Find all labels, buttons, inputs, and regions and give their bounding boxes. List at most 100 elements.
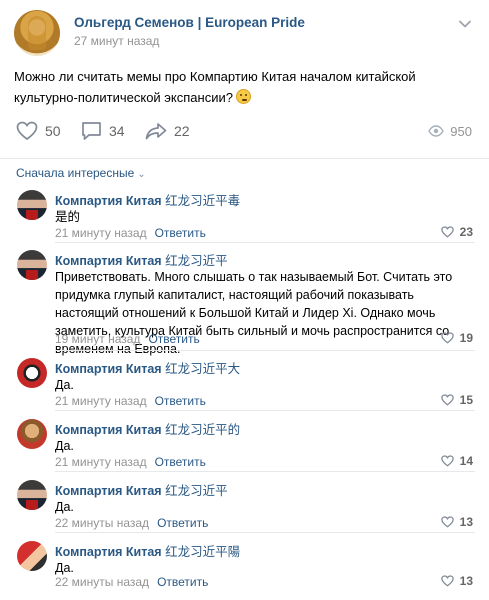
comment-time[interactable]: 22 минуты назад	[55, 575, 149, 589]
post-text: Можно ли считать мемы про Компартию Кита…	[14, 66, 476, 108]
comment-like-button[interactable]: 19	[440, 331, 473, 345]
divider	[55, 410, 475, 411]
comment-text: Да.	[55, 500, 74, 514]
divider	[55, 350, 475, 351]
comment-meta: 21 минуту назад Ответить	[55, 226, 206, 240]
sort-label: Сначала интересные	[16, 166, 135, 180]
post-actions: 50 34 22 950	[0, 116, 489, 146]
comment-item: Компартия Китая 红龙习近平 Да. 22 минуты наза…	[0, 480, 489, 533]
comment-time[interactable]: 21 минуту назад	[55, 394, 147, 408]
heart-icon	[440, 516, 454, 528]
comment-text: Да.	[55, 378, 74, 392]
comment-time[interactable]: 21 минуту назад	[55, 226, 147, 240]
reply-button[interactable]: Ответить	[148, 332, 199, 346]
author-suffix: 红龙习近平	[165, 254, 228, 268]
reply-button[interactable]: Ответить	[155, 394, 206, 408]
author-name: Компартия Китая	[55, 194, 162, 208]
comment-item: Компартия Китая 红龙习近平毒 是的 21 минуту наза…	[0, 190, 489, 243]
comment-meta: 19 минут назад Ответить	[55, 332, 200, 346]
divider	[55, 471, 475, 472]
divider	[55, 532, 475, 533]
comment-author[interactable]: Компартия Китая 红龙习近平的	[55, 419, 240, 438]
divider	[55, 242, 475, 243]
post-header: Ольгерд Семенов | European Pride 27 мину…	[0, 0, 489, 56]
reply-button[interactable]: Ответить	[157, 516, 208, 530]
avatar[interactable]	[17, 480, 47, 510]
comment-text: Да.	[55, 439, 74, 453]
comment-item: Компартия Китая 红龙习近平陽 Да. 22 минуты наз…	[0, 541, 489, 593]
comment-like-button[interactable]: 13	[440, 574, 473, 588]
post-time[interactable]: 27 минут назад	[74, 34, 159, 48]
comment-item: Компартия Китая 红龙习近平大 Да. 21 минуту наз…	[0, 358, 489, 411]
comment-author[interactable]: Компартия Китая 红龙习近平毒	[55, 190, 240, 209]
comment-icon	[82, 122, 101, 140]
comment-author[interactable]: Компартия Китая 红龙习近平陽	[55, 541, 240, 560]
author-suffix: 红龙习近平的	[165, 423, 241, 437]
comment-like-count: 13	[459, 515, 473, 529]
comment-like-button[interactable]: 13	[440, 515, 473, 529]
share-count: 22	[174, 123, 190, 139]
avatar[interactable]	[17, 419, 47, 449]
comment-count: 34	[109, 123, 125, 139]
heart-icon	[440, 332, 454, 344]
comment-author[interactable]: Компартия Китая 红龙习近平	[55, 480, 228, 499]
avatar[interactable]	[17, 541, 47, 571]
sort-selector[interactable]: Сначала интересные ⌄	[16, 166, 146, 180]
comment-item: Компартия Китая 红龙习近平 Приветствовать. Мн…	[0, 250, 489, 356]
comment-meta: 22 минуты назад Ответить	[55, 575, 208, 589]
reply-button[interactable]: Ответить	[155, 455, 206, 469]
post-author[interactable]: Ольгерд Семенов | European Pride	[74, 15, 305, 30]
reply-button[interactable]: Ответить	[155, 226, 206, 240]
comment-like-count: 14	[459, 454, 473, 468]
comment-like-count: 23	[459, 225, 473, 239]
views-counter: 950	[428, 116, 472, 146]
comment-time[interactable]: 22 минуты назад	[55, 516, 149, 530]
comment-like-button[interactable]: 14	[440, 454, 473, 468]
avatar[interactable]	[17, 250, 47, 280]
post-text-body: Можно ли считать мемы про Компартию Кита…	[14, 69, 416, 105]
comment-like-count: 19	[459, 331, 473, 345]
author-suffix: 红龙习近平毒	[165, 194, 241, 208]
chevron-down-icon[interactable]	[459, 20, 471, 28]
heart-icon	[440, 575, 454, 587]
comment-like-button[interactable]: 23	[440, 225, 473, 239]
comment-meta: 21 минуту назад Ответить	[55, 455, 206, 469]
view-count: 950	[450, 123, 472, 139]
author-name: Компартия Китая	[55, 545, 162, 559]
comment-author[interactable]: Компартия Китая 红龙习近平大	[55, 358, 240, 377]
comment-meta: 22 минуты назад Ответить	[55, 516, 208, 530]
author-name: Компартия Китая	[55, 484, 162, 498]
comment-meta: 21 минуту назад Ответить	[55, 394, 206, 408]
author-name: Компартия Китая	[55, 423, 162, 437]
comment-time[interactable]: 21 минуту назад	[55, 455, 147, 469]
share-icon	[145, 123, 167, 140]
comment-item: Компартия Китая 红龙习近平的 Да. 21 минуту наз…	[0, 419, 489, 472]
heart-icon	[440, 226, 454, 238]
author-name: Компартия Китая	[55, 254, 162, 268]
share-button[interactable]: 22	[145, 116, 190, 146]
avatar[interactable]	[17, 358, 47, 388]
comment-like-count: 13	[459, 574, 473, 588]
chevron-down-icon: ⌄	[137, 169, 146, 180]
comment-like-button[interactable]: 15	[440, 393, 473, 407]
author-avatar[interactable]	[14, 10, 60, 56]
avatar[interactable]	[17, 190, 47, 220]
heart-icon	[16, 121, 38, 141]
comment-button[interactable]: 34	[81, 116, 125, 146]
eye-icon	[428, 125, 445, 137]
author-suffix: 红龙习近平大	[165, 362, 241, 376]
author-suffix: 红龙习近平	[165, 484, 228, 498]
comment-time[interactable]: 19 минут назад	[55, 332, 140, 346]
reply-button[interactable]: Ответить	[157, 575, 208, 589]
heart-icon	[440, 455, 454, 467]
comment-text: 是的	[55, 210, 81, 224]
heart-icon	[440, 394, 454, 406]
divider	[0, 158, 489, 159]
comment-author[interactable]: Компартия Китая 红龙习近平	[55, 250, 228, 269]
comment-like-count: 15	[459, 393, 473, 407]
like-button[interactable]: 50	[16, 116, 61, 146]
author-suffix: 红龙习近平陽	[165, 545, 241, 559]
like-count: 50	[45, 123, 61, 139]
thinking-emoji-icon	[235, 89, 251, 104]
author-name: Компартия Китая	[55, 362, 162, 376]
